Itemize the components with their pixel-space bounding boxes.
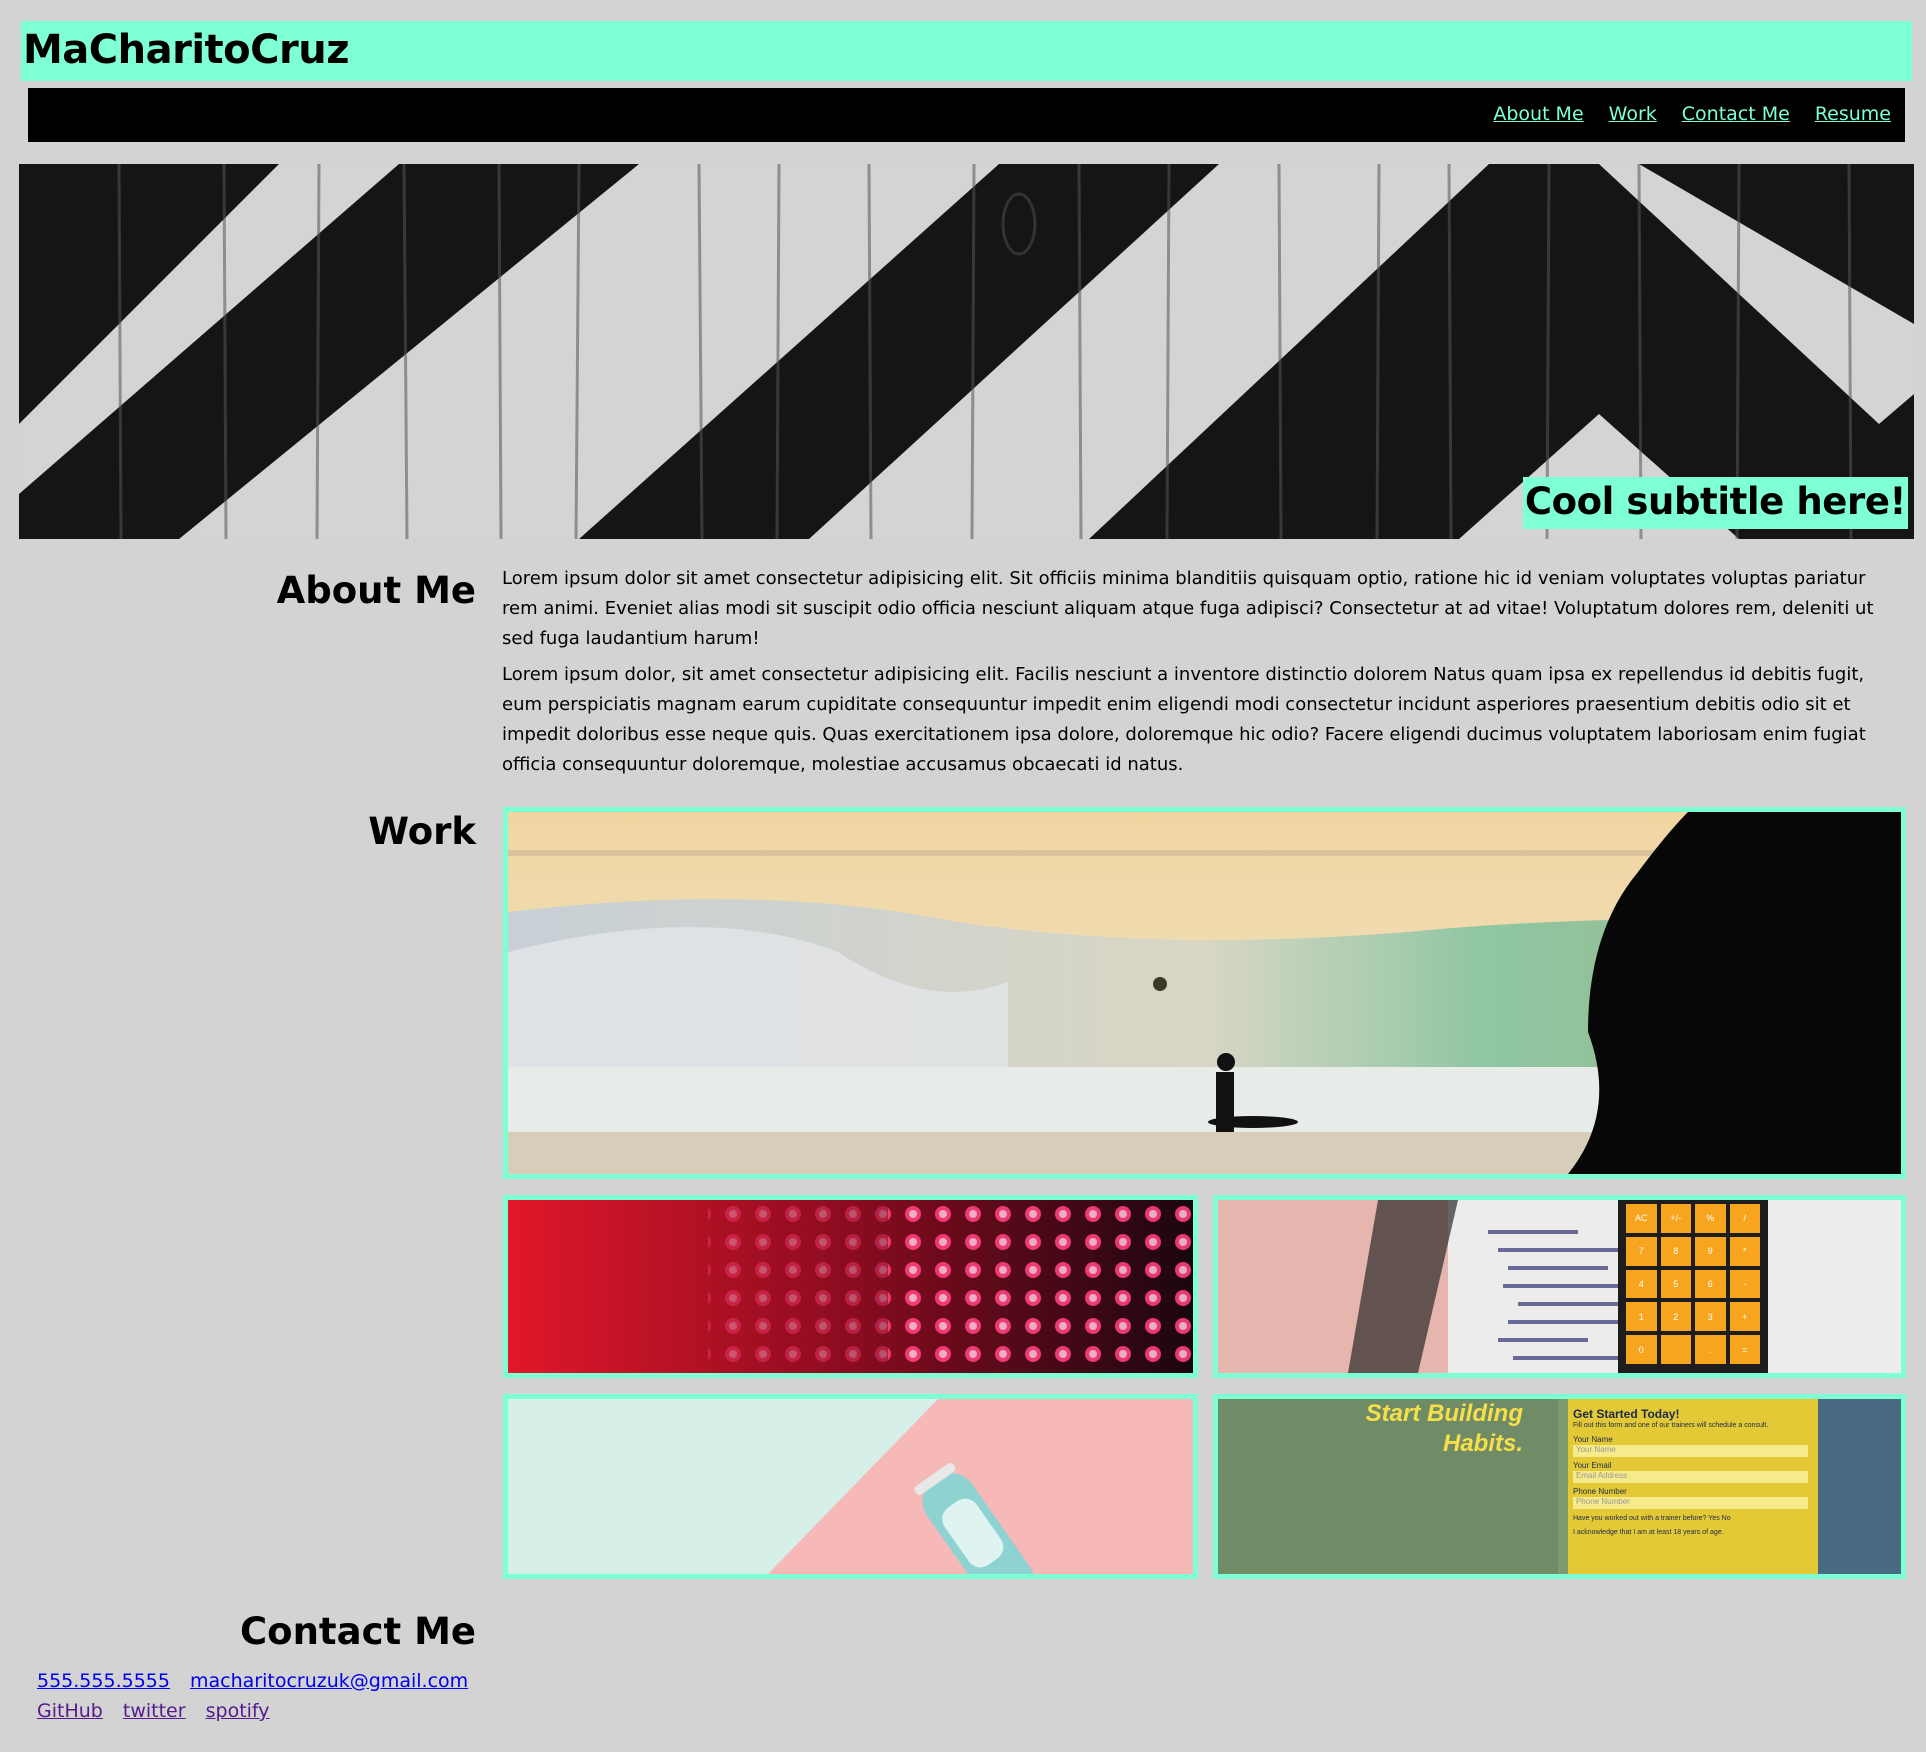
habits-ack: I acknowledge that I am at least 18 year…	[1573, 1529, 1724, 1536]
habits-phone-input: Phone Number	[1573, 1497, 1808, 1509]
calculator-key: .	[1695, 1335, 1726, 1364]
calculator-key: 7	[1626, 1236, 1657, 1266]
spotify-link[interactable]: spotify	[206, 1700, 270, 1722]
habits-question-text: Have you worked out with a trainer befor…	[1573, 1515, 1707, 1522]
about-paragraph: Lorem ipsum dolor sit amet consectetur a…	[502, 568, 1874, 649]
work-project-lights[interactable]	[503, 1195, 1198, 1378]
calculator-key: +	[1729, 1302, 1760, 1332]
habits-headline: Start Building Habits.	[1338, 1399, 1523, 1459]
contact-heading: Contact Me	[240, 1610, 476, 1653]
habits-email-label: Your Email	[1573, 1461, 1612, 1470]
calculator-key: 4	[1626, 1269, 1657, 1299]
calculator-key: -	[1729, 1269, 1760, 1299]
habits-headline-line1: Start Building	[1365, 1400, 1523, 1427]
calculator-key: 6	[1695, 1269, 1726, 1299]
habits-email-input: Email Address	[1573, 1471, 1808, 1483]
calculator-key: 8	[1660, 1236, 1691, 1266]
contact-row-primary: 555.555.5555 macharitocruzuk@gmail.com	[37, 1666, 482, 1696]
calculator-key: 3	[1695, 1302, 1726, 1332]
site-header: MaCharitoCruz	[21, 21, 1912, 81]
calculator-key: 2	[1660, 1302, 1691, 1332]
nav-link-contact[interactable]: Contact Me	[1682, 102, 1790, 126]
work-project-surf[interactable]	[503, 807, 1906, 1179]
habits-no-option: No	[1721, 1515, 1731, 1522]
calculator-key: 0	[1626, 1335, 1657, 1364]
nav-link-work[interactable]: Work	[1609, 102, 1657, 126]
about-paragraph: Lorem ipsum dolor, sit amet consectetur …	[502, 664, 1866, 775]
led-lights-image	[508, 1200, 1193, 1373]
calculator-code-image	[1218, 1200, 1901, 1373]
nav-links: About Me Work Contact Me Resume	[1493, 102, 1891, 126]
calculator-key: /	[1729, 1204, 1760, 1233]
calculator-key: 5	[1660, 1269, 1691, 1299]
calculator-keypad: AC +/-%/ 7 8 9 * 4 5 6- 1 2 3 +0. =	[1626, 1204, 1760, 1364]
calculator-key: *	[1729, 1236, 1760, 1266]
hero-subtitle: Cool subtitle here!	[1522, 477, 1908, 529]
work-project-habits[interactable]: Start Building Habits. Get Started Today…	[1213, 1394, 1906, 1579]
email-link[interactable]: macharitocruzuk@gmail.com	[190, 1670, 468, 1692]
contact-row-social: GitHub twitter spotify	[37, 1696, 482, 1726]
habits-yes-option: Yes	[1708, 1515, 1720, 1522]
twitter-link[interactable]: twitter	[123, 1700, 186, 1722]
habits-phone-label: Phone Number	[1573, 1487, 1627, 1496]
calculator-key: AC	[1626, 1204, 1657, 1233]
habits-question: Have you worked out with a trainer befor…	[1573, 1514, 1808, 1524]
surf-image	[508, 812, 1901, 1174]
nav-link-resume[interactable]: Resume	[1815, 102, 1891, 126]
about-text: Lorem ipsum dolor sit amet consectetur a…	[502, 564, 1882, 786]
github-link[interactable]: GitHub	[37, 1700, 103, 1722]
work-project-calculator[interactable]: AC +/-%/ 7 8 9 * 4 5 6- 1 2 3 +0. =	[1213, 1195, 1906, 1378]
habits-name-input: Your Name	[1573, 1445, 1808, 1457]
about-heading: About Me	[276, 569, 476, 612]
car-image	[508, 1399, 1193, 1574]
nav-link-about[interactable]: About Me	[1493, 102, 1583, 126]
nav-bar: About Me Work Contact Me Resume	[28, 88, 1905, 142]
calculator-key: 9	[1695, 1236, 1726, 1266]
calculator-key: +/-	[1660, 1204, 1691, 1233]
calculator-key: 1	[1626, 1302, 1657, 1332]
habits-name-label: Your Name	[1573, 1435, 1613, 1444]
phone-link[interactable]: 555.555.5555	[37, 1670, 170, 1692]
work-project-car[interactable]	[503, 1394, 1198, 1579]
site-title: MaCharitoCruz	[23, 27, 350, 73]
habits-headline-line2: Habits.	[1442, 1430, 1523, 1457]
habits-form-subtitle: Fill out this form and one of our traine…	[1573, 1422, 1769, 1429]
calculator-key	[1660, 1335, 1691, 1364]
calculator-key: =	[1729, 1335, 1760, 1364]
calculator-key: %	[1695, 1204, 1726, 1233]
habits-form: Get Started Today! Fill out this form an…	[1573, 1407, 1808, 1538]
hero-banner: Cool subtitle here!	[19, 164, 1914, 539]
contact-links: 555.555.5555 macharitocruzuk@gmail.com G…	[37, 1666, 482, 1726]
habits-form-title: Get Started Today!	[1573, 1407, 1680, 1421]
work-heading: Work	[368, 810, 476, 853]
